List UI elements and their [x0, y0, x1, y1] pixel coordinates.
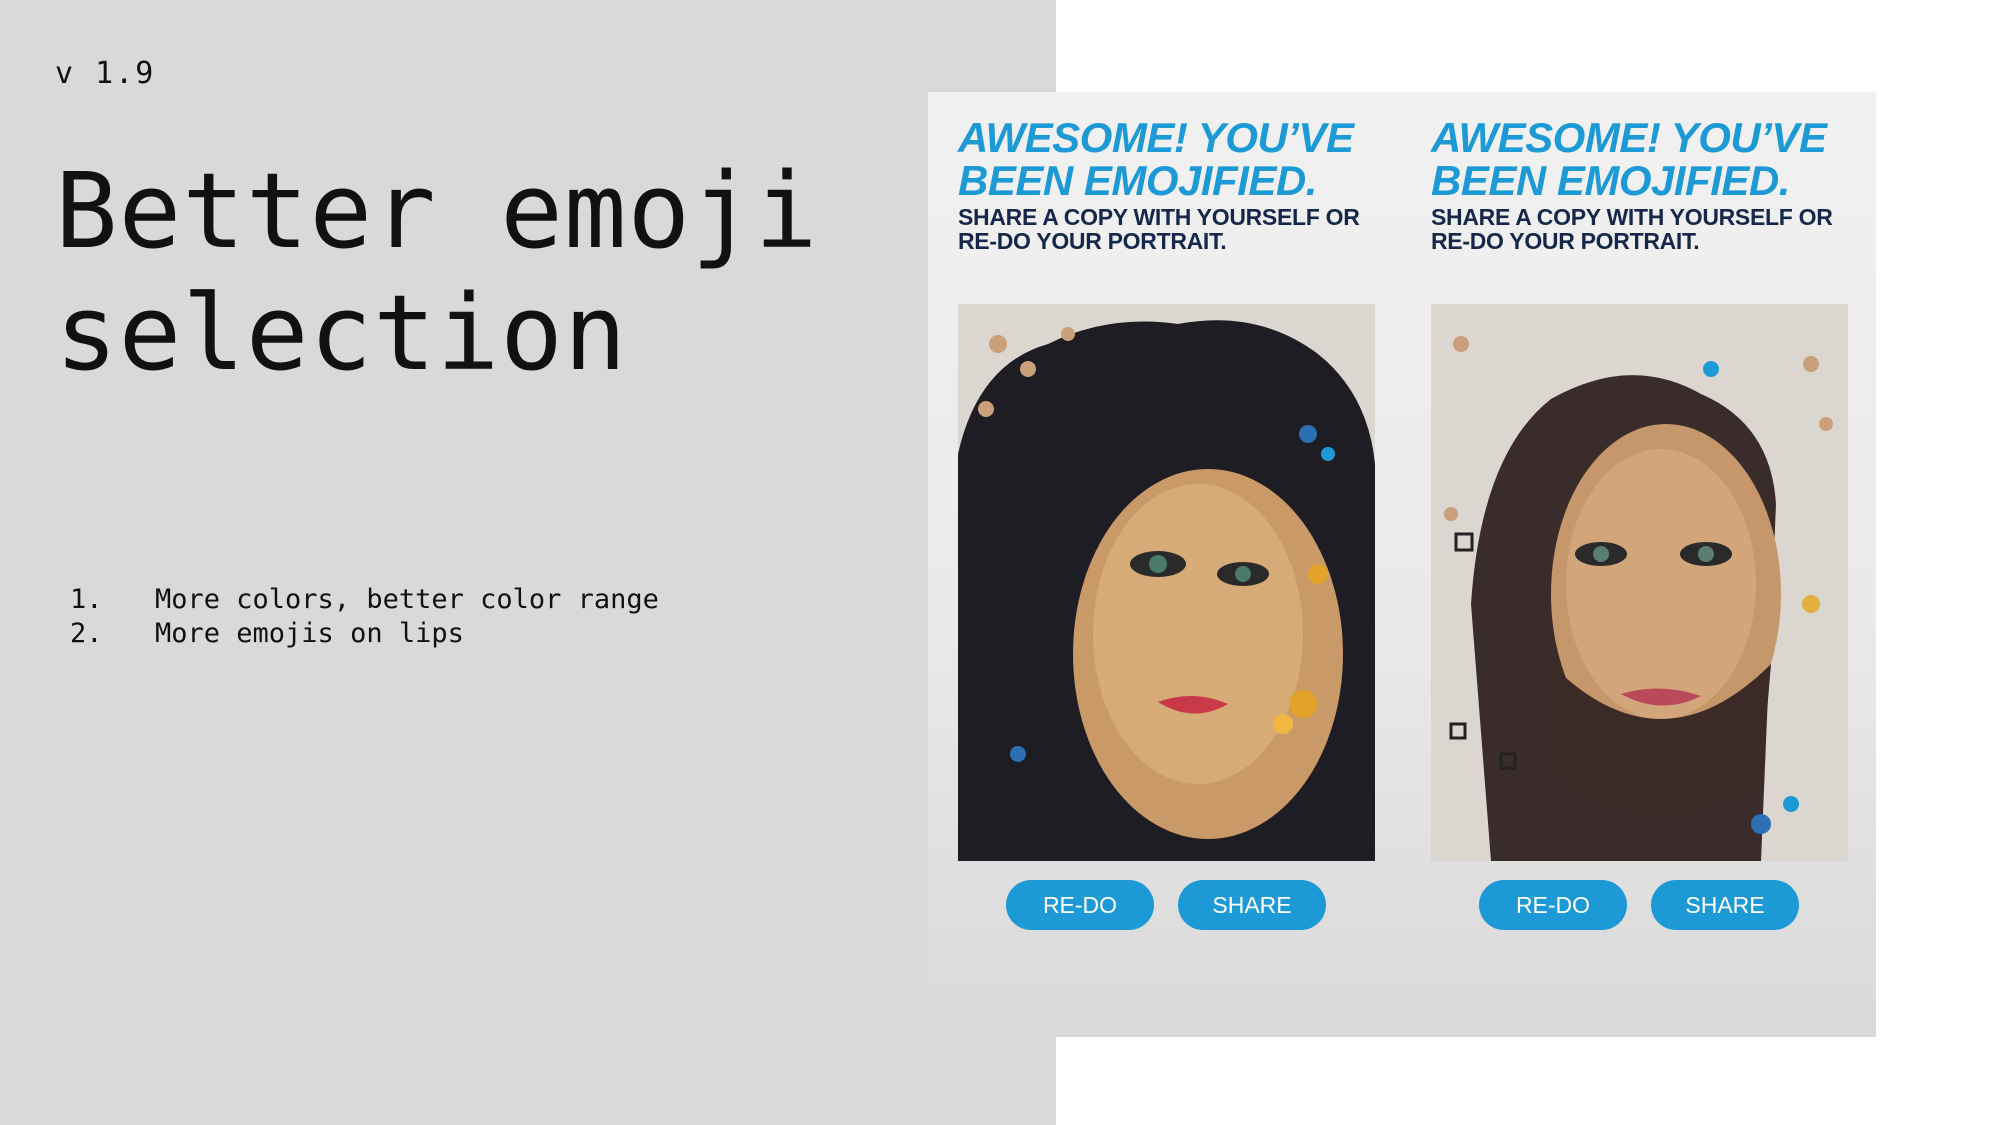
- list-item-number: 2.: [70, 618, 103, 649]
- share-button[interactable]: SHARE: [1651, 880, 1799, 930]
- emoji-mosaic-portrait: [958, 304, 1375, 861]
- result-subheadline: SHARE A COPY WITH YOURSELF OR RE-DO YOUR…: [958, 205, 1378, 253]
- version-label: v 1.9: [55, 56, 156, 91]
- headline-line-1: AWESOME! YOU’VE: [958, 114, 1354, 161]
- redo-button[interactable]: RE-DO: [1006, 880, 1154, 930]
- list-item-text: More emojis on lips: [155, 618, 464, 649]
- slide-title: Better emoji selection: [55, 150, 955, 394]
- list-item: 2. More emojis on lips: [70, 617, 659, 651]
- share-button[interactable]: SHARE: [1178, 880, 1326, 930]
- improvement-list: 1. More colors, better color range 2. Mo…: [70, 583, 659, 651]
- result-headline: AWESOME! YOU’VE BEEN EMOJIFIED.: [1431, 116, 1851, 202]
- result-screen-after: AWESOME! YOU’VE BEEN EMOJIFIED. SHARE A …: [1431, 92, 1851, 1037]
- redo-button[interactable]: RE-DO: [1479, 880, 1627, 930]
- subheadline-line-1: SHARE A COPY WITH YOURSELF OR: [1431, 204, 1833, 230]
- left-panel: v 1.9 Better emoji selection 1. More col…: [0, 0, 1056, 1125]
- list-item-text: More colors, better color range: [155, 584, 659, 615]
- result-screen-before: AWESOME! YOU’VE BEEN EMOJIFIED. SHARE A …: [958, 92, 1378, 1037]
- app-mockup: AWESOME! YOU’VE BEEN EMOJIFIED. SHARE A …: [928, 92, 1876, 1037]
- result-headline: AWESOME! YOU’VE BEEN EMOJIFIED.: [958, 116, 1378, 202]
- subheadline-line-2: RE-DO YOUR PORTRAIT.: [958, 228, 1227, 254]
- headline-line-2: BEEN EMOJIFIED.: [958, 157, 1317, 204]
- slide-title-line-2: selection: [55, 272, 628, 394]
- emoji-mosaic-image: [1431, 304, 1848, 861]
- emoji-mosaic-image: [958, 304, 1375, 861]
- headline-line-1: AWESOME! YOU’VE: [1431, 114, 1827, 161]
- subheadline-line-1: SHARE A COPY WITH YOURSELF OR: [958, 204, 1360, 230]
- subheadline-line-2: RE-DO YOUR PORTRAIT.: [1431, 228, 1700, 254]
- slide-title-line-1: Better emoji: [55, 150, 819, 272]
- list-item-number: 1.: [70, 584, 103, 615]
- headline-line-2: BEEN EMOJIFIED.: [1431, 157, 1790, 204]
- result-subheadline: SHARE A COPY WITH YOURSELF OR RE-DO YOUR…: [1431, 205, 1851, 253]
- list-item: 1. More colors, better color range: [70, 583, 659, 617]
- emoji-mosaic-portrait: [1431, 304, 1848, 861]
